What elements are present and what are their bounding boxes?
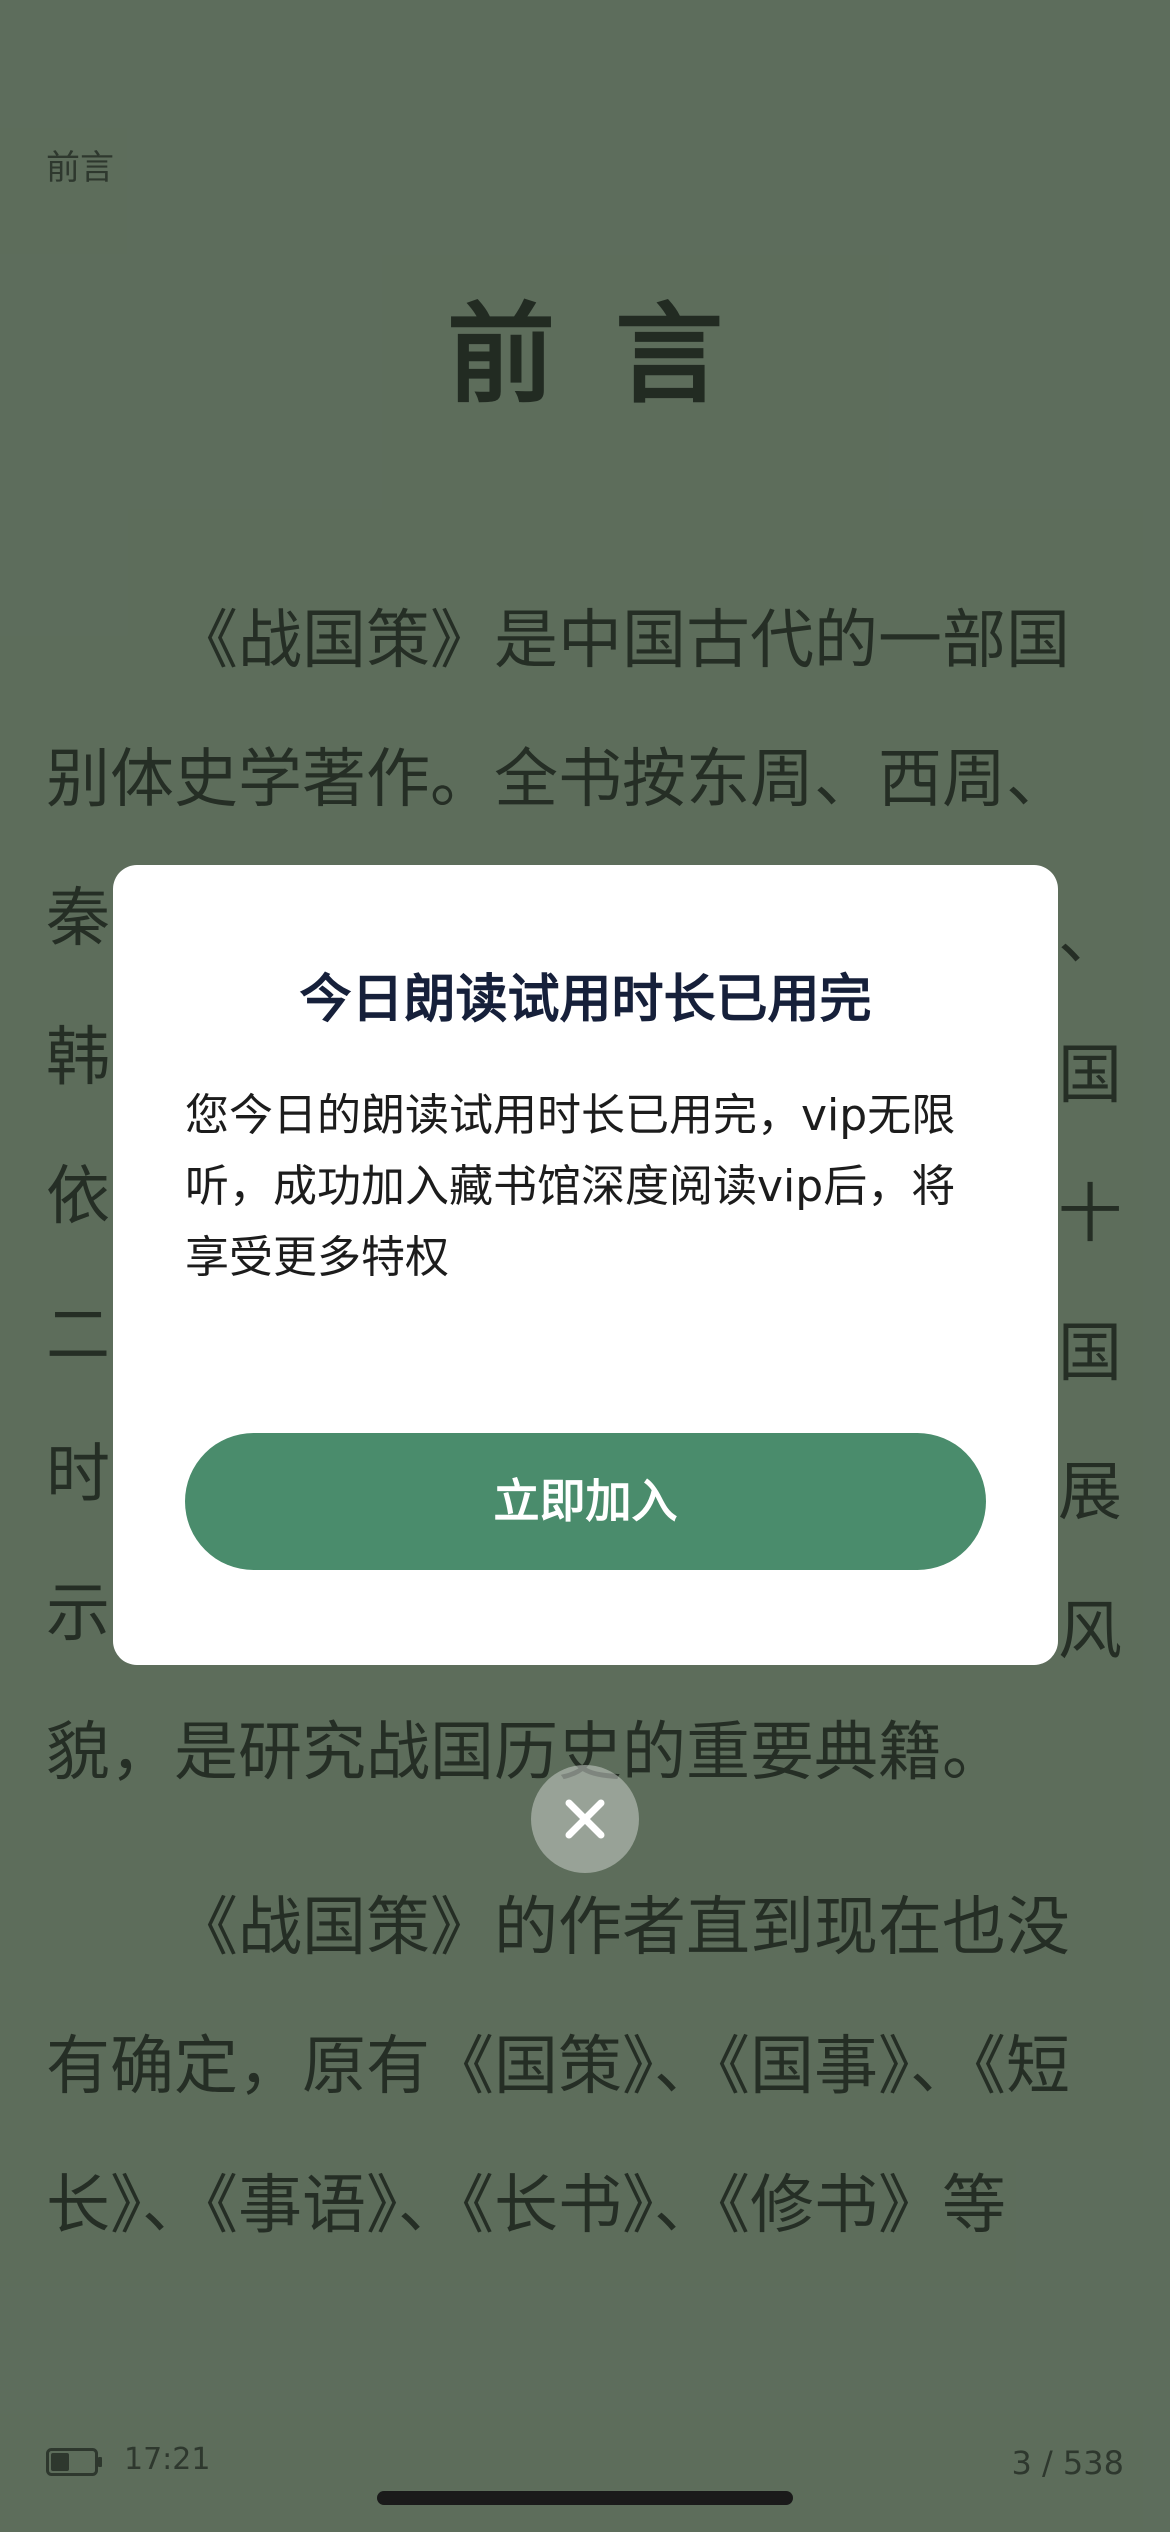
home-indicator[interactable] (377, 2491, 793, 2505)
close-icon (565, 1799, 605, 1839)
dialog-message: 您今日的朗读试用时长已用完，vip无限听，成功加入藏书馆深度阅读vip后，将享受… (185, 1090, 956, 1283)
join-vip-button[interactable]: 立即加入 (185, 1433, 986, 1570)
dialog-title: 今日朗读试用时长已用完 (299, 970, 872, 1030)
close-dialog-button[interactable] (531, 1765, 639, 1873)
vip-dialog: 今日朗读试用时长已用完 您今日的朗读试用时长已用完，vip无限听，成功加入藏书馆… (113, 865, 1058, 1665)
